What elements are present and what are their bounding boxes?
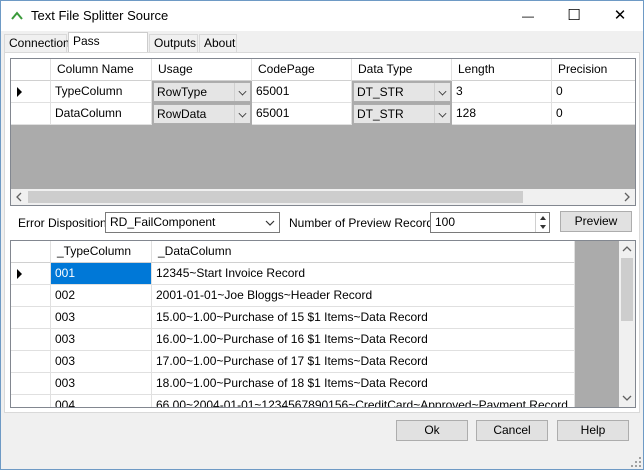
datatype-select[interactable]: DT_STR — [353, 82, 451, 102]
error-disposition-value: RD_FailComponent — [110, 215, 216, 229]
column-header-datatype[interactable]: Data Type — [352, 59, 452, 81]
usage-select[interactable]: RowType — [153, 82, 251, 102]
minimize-icon: — — [522, 9, 534, 23]
error-disposition-label: Error Disposition — [18, 216, 107, 230]
cell-precision[interactable]: 0 — [552, 81, 635, 103]
preview-grid[interactable]: _TypeColumn _DataColumn 001 12345~Start … — [10, 240, 636, 408]
chevron-down-icon — [438, 87, 447, 96]
close-button[interactable]: ✕ — [597, 1, 643, 31]
minimize-button[interactable]: — — [505, 1, 551, 31]
tab-outputs[interactable]: Outputs — [149, 34, 198, 52]
cell-precision[interactable]: 0 — [552, 103, 635, 125]
cell-data[interactable]: 12345~Start Invoice Record — [152, 263, 575, 285]
cell-codepage[interactable]: 65001 — [252, 81, 352, 103]
scrollbar-thumb[interactable] — [28, 191, 523, 203]
ok-button[interactable]: Ok — [396, 420, 468, 441]
cell-type[interactable]: 003 — [51, 351, 152, 373]
dropdown-button[interactable] — [234, 105, 250, 123]
cell-type[interactable]: 003 — [51, 307, 152, 329]
cell-type-selected[interactable]: 001 — [51, 263, 152, 285]
cell-data[interactable]: 16.00~1.00~Purchase of 16 $1 Items~Data … — [152, 329, 575, 351]
datatype-select[interactable]: DT_STR — [353, 104, 451, 124]
cell-column-name[interactable]: DataColumn — [51, 103, 152, 125]
dropdown-button[interactable] — [234, 83, 250, 101]
cancel-button[interactable]: Cancel — [476, 420, 548, 441]
vertical-scrollbar[interactable] — [619, 241, 635, 407]
tab-connection[interactable]: Connection — [4, 34, 70, 52]
dialog-window: Text File Splitter Source — ☐ ✕ Connecti… — [0, 0, 644, 470]
cell-length[interactable]: 128 — [452, 103, 552, 125]
chevron-down-icon — [438, 109, 447, 118]
cell-type[interactable]: 002 — [51, 285, 152, 307]
cell-data[interactable]: 2001-01-01~Joe Bloggs~Header Record — [152, 285, 575, 307]
cell-length[interactable]: 3 — [452, 81, 552, 103]
row-header[interactable] — [11, 263, 51, 285]
row-header[interactable] — [11, 395, 51, 407]
resize-grip-icon[interactable] — [630, 456, 642, 468]
column-header-name[interactable]: Column Name — [51, 59, 152, 81]
scroll-right-icon[interactable] — [622, 192, 632, 202]
title-bar: Text File Splitter Source — ☐ ✕ — [1, 1, 643, 31]
grid-corner — [11, 241, 51, 263]
maximize-button[interactable]: ☐ — [551, 1, 597, 31]
cell-type[interactable]: 003 — [51, 329, 152, 351]
cell-type[interactable]: 003 — [51, 373, 152, 395]
scroll-left-icon[interactable] — [14, 192, 24, 202]
tab-about[interactable]: About — [199, 34, 237, 52]
cell-data[interactable]: 15.00~1.00~Purchase of 15 $1 Items~Data … — [152, 307, 575, 329]
chevron-down-icon — [265, 220, 275, 226]
column-header-codepage[interactable]: CodePage — [252, 59, 352, 81]
cell-codepage[interactable]: 65001 — [252, 103, 352, 125]
row-header[interactable] — [11, 373, 51, 395]
preview-button[interactable]: Preview — [560, 211, 632, 232]
maximize-icon: ☐ — [567, 7, 581, 24]
scrollbar-thumb[interactable] — [621, 258, 633, 321]
app-icon — [11, 11, 23, 20]
dropdown-button[interactable] — [434, 83, 450, 101]
column-header-usage[interactable]: Usage — [152, 59, 252, 81]
row-header[interactable] — [11, 351, 51, 373]
error-disposition-select[interactable]: RD_FailComponent — [105, 212, 280, 233]
pass-through-panel: Column Name Usage CodePage Data Type Len… — [4, 52, 640, 413]
usage-select[interactable]: RowData — [153, 104, 251, 124]
row-header[interactable] — [11, 285, 51, 307]
row-header[interactable] — [11, 103, 51, 125]
column-header-data[interactable]: _DataColumn — [152, 241, 575, 263]
window-title: Text File Splitter Source — [31, 8, 169, 23]
column-header-type[interactable]: _TypeColumn — [51, 241, 152, 263]
cell-column-name[interactable]: TypeColumn — [51, 81, 152, 103]
scroll-down-icon[interactable] — [622, 393, 632, 403]
cell-data[interactable]: 66.00~2004-01-01~1234567890156~CreditCar… — [152, 395, 575, 407]
chevron-up-icon[interactable] — [539, 215, 547, 221]
row-header[interactable] — [11, 307, 51, 329]
stepper-buttons[interactable] — [535, 213, 549, 232]
chevron-down-icon[interactable] — [539, 224, 547, 230]
datatype-value: DT_STR — [357, 85, 404, 99]
preview-records-stepper[interactable]: 100 — [430, 212, 550, 233]
cell-type[interactable]: 004 — [51, 395, 152, 407]
column-header-length[interactable]: Length — [452, 59, 552, 81]
usage-value: RowType — [157, 85, 208, 99]
cell-data[interactable]: 17.00~1.00~Purchase of 17 $1 Items~Data … — [152, 351, 575, 373]
datatype-value: DT_STR — [357, 107, 404, 121]
row-header[interactable] — [11, 81, 51, 103]
preview-records-label: Number of Preview Records — [289, 216, 440, 230]
dropdown-button[interactable] — [434, 105, 450, 123]
cell-data[interactable]: 18.00~1.00~Purchase of 18 $1 Items~Data … — [152, 373, 575, 395]
close-icon: ✕ — [613, 7, 627, 24]
grid-corner — [11, 59, 51, 81]
chevron-down-icon — [238, 87, 247, 96]
help-button[interactable]: Help — [557, 420, 629, 441]
preview-records-value: 100 — [435, 215, 456, 229]
current-row-arrow-icon — [17, 269, 22, 279]
horizontal-scrollbar[interactable] — [11, 189, 635, 205]
scroll-up-icon[interactable] — [622, 244, 632, 254]
current-row-arrow-icon — [17, 87, 22, 97]
row-header[interactable] — [11, 329, 51, 351]
chevron-down-icon — [238, 109, 247, 118]
usage-value: RowData — [157, 107, 207, 121]
column-header-precision[interactable]: Precision — [552, 59, 635, 81]
columns-grid[interactable]: Column Name Usage CodePage Data Type Len… — [10, 58, 636, 206]
tab-pass-through[interactable]: Pass Through — [68, 32, 148, 64]
